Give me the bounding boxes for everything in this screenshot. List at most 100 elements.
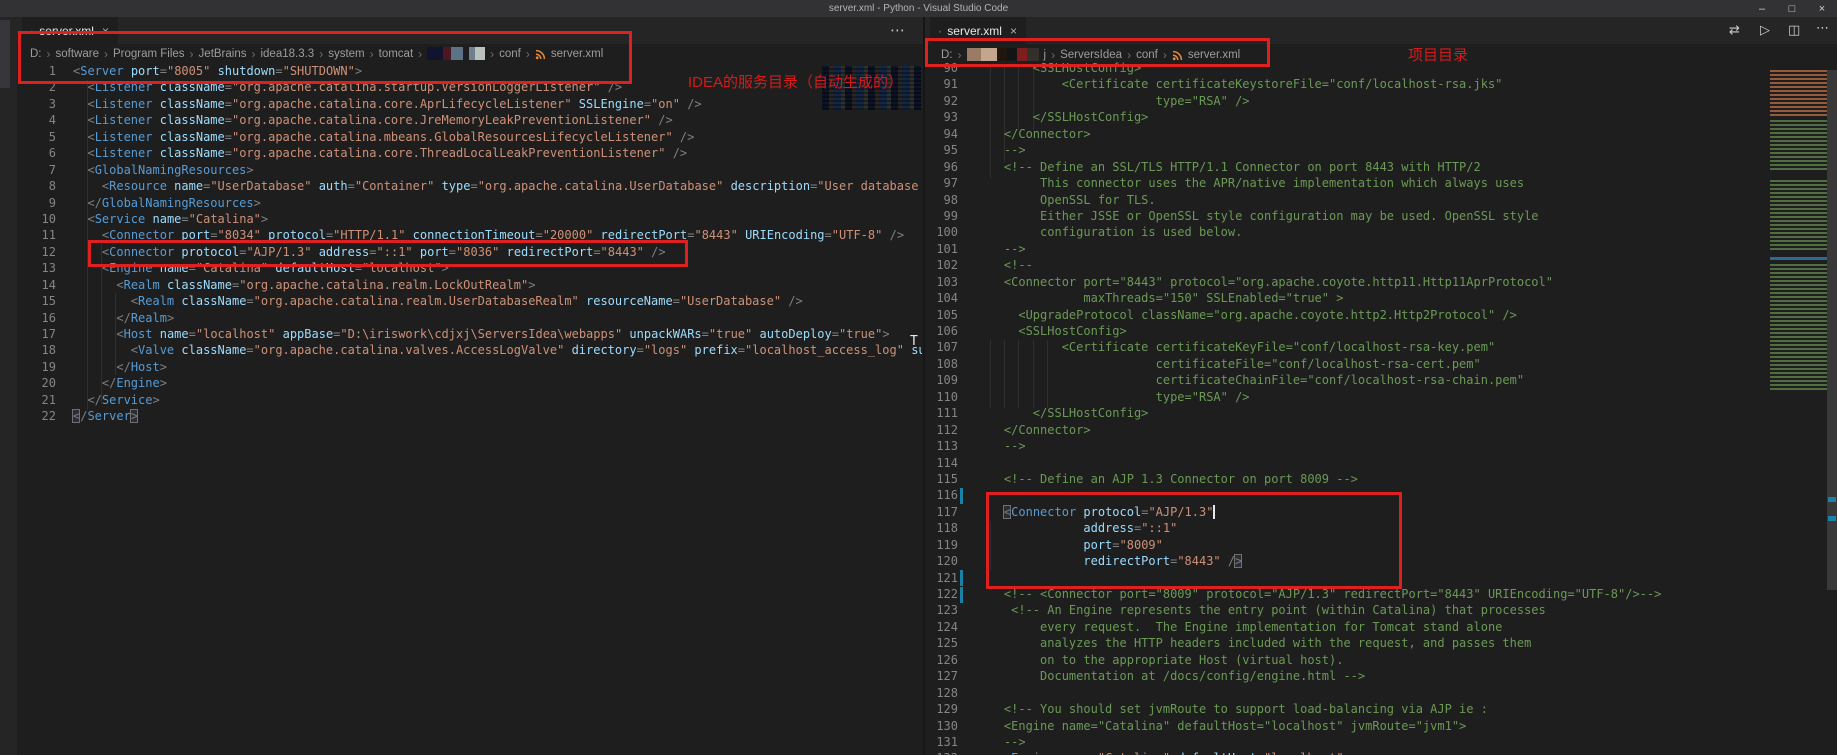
code-line[interactable]: 99 Either JSSE or OpenSSL style configur… bbox=[925, 208, 1770, 224]
overview-ruler-mark bbox=[1828, 497, 1836, 502]
line-number: 118 bbox=[925, 520, 958, 536]
line-number: 14 bbox=[20, 277, 56, 293]
split-editor-icon[interactable]: ◫ bbox=[1788, 22, 1800, 38]
code-line[interactable]: 8 <Resource name="UserDatabase" auth="Co… bbox=[20, 178, 922, 194]
line-number: 10 bbox=[20, 211, 56, 227]
code-line[interactable]: 4 <Listener className="org.apache.catali… bbox=[20, 112, 922, 128]
code-line[interactable]: 5 <Listener className="org.apache.catali… bbox=[20, 129, 922, 145]
code-line[interactable]: 7 <GlobalNamingResources> bbox=[20, 162, 922, 178]
scrollbar[interactable] bbox=[1827, 70, 1837, 590]
line-number: 93 bbox=[925, 109, 958, 125]
minimap-right[interactable] bbox=[1770, 68, 1827, 398]
code-line[interactable]: 92 type="RSA" /> bbox=[925, 93, 1770, 109]
modified-line-marker bbox=[960, 587, 963, 603]
line-number: 126 bbox=[925, 652, 958, 668]
line-number: 11 bbox=[20, 227, 56, 243]
code-line[interactable]: 128 bbox=[925, 685, 1770, 701]
line-number: 91 bbox=[925, 76, 958, 92]
annotation-box-ajp-connector-right bbox=[986, 492, 1402, 589]
line-number: 97 bbox=[925, 175, 958, 191]
editor-right[interactable]: 90 <SSLHostConfig>91 <Certificate certif… bbox=[925, 60, 1770, 755]
code-line[interactable]: 18 <Valve className="org.apache.catalina… bbox=[20, 342, 922, 358]
code-line[interactable]: 91 <Certificate certificateKeystoreFile=… bbox=[925, 76, 1770, 92]
line-number: 117 bbox=[925, 504, 958, 520]
code-line[interactable]: 100 configuration is used below. bbox=[925, 224, 1770, 240]
line-number: 109 bbox=[925, 372, 958, 388]
code-line[interactable]: 93 </SSLHostConfig> bbox=[925, 109, 1770, 125]
line-number: 129 bbox=[925, 701, 958, 717]
editor-more-actions-icon[interactable]: ⋯ bbox=[890, 21, 905, 39]
line-number: 108 bbox=[925, 356, 958, 372]
line-number: 131 bbox=[925, 734, 958, 750]
code-line[interactable]: 9 </GlobalNamingResources> bbox=[20, 195, 922, 211]
code-line[interactable]: 10 <Service name="Catalina"> bbox=[20, 211, 922, 227]
code-line[interactable]: 22</Server> bbox=[20, 408, 922, 424]
tab-close-icon[interactable]: × bbox=[1010, 24, 1017, 38]
line-number: 124 bbox=[925, 619, 958, 635]
line-number: 20 bbox=[20, 375, 56, 391]
minimap-block bbox=[1770, 264, 1827, 390]
code-line[interactable]: 130 <Engine name="Catalina" defaultHost=… bbox=[925, 718, 1770, 734]
code-line[interactable]: 115 <!-- Define an AJP 1.3 Connector on … bbox=[925, 471, 1770, 487]
line-number: 127 bbox=[925, 668, 958, 684]
code-line[interactable]: 17 <Host name="localhost" appBase="D:\ir… bbox=[20, 326, 922, 342]
code-line[interactable]: 111 </SSLHostConfig> bbox=[925, 405, 1770, 421]
code-line[interactable]: 107 <Certificate certificateKeyFile="con… bbox=[925, 339, 1770, 355]
code-line[interactable]: 3 <Listener className="org.apache.catali… bbox=[20, 96, 922, 112]
indent-guide bbox=[1004, 340, 1005, 408]
line-number: 116 bbox=[925, 487, 958, 503]
code-line[interactable]: 106 <SSLHostConfig> bbox=[925, 323, 1770, 339]
minimize-icon[interactable]: – bbox=[1747, 0, 1777, 17]
line-number: 98 bbox=[925, 192, 958, 208]
more-actions-icon[interactable]: ⋯ bbox=[1816, 20, 1829, 36]
code-line[interactable]: 20 </Engine> bbox=[20, 375, 922, 391]
restore-icon[interactable]: □ bbox=[1777, 0, 1807, 17]
code-line[interactable]: 132 <Engine name="Catalina" defaultHost=… bbox=[925, 750, 1770, 755]
code-line[interactable]: 129 <!-- You should set jvmRoute to supp… bbox=[925, 701, 1770, 717]
line-number: 104 bbox=[925, 290, 958, 306]
code-line[interactable]: 19 </Host> bbox=[20, 359, 922, 375]
code-line[interactable]: 95 --> bbox=[925, 142, 1770, 158]
code-line[interactable]: 113 --> bbox=[925, 438, 1770, 454]
code-line[interactable]: 21 </Service> bbox=[20, 392, 922, 408]
code-line[interactable]: 14 <Realm className="org.apache.catalina… bbox=[20, 277, 922, 293]
code-line[interactable]: 110 type="RSA" /> bbox=[925, 389, 1770, 405]
code-line[interactable]: 114 bbox=[925, 455, 1770, 471]
annotation-box-right-path bbox=[925, 38, 1270, 67]
line-number: 122 bbox=[925, 586, 958, 602]
open-changes-icon[interactable]: ⇄ bbox=[1729, 22, 1740, 38]
line-number: 120 bbox=[925, 553, 958, 569]
code-line[interactable]: 127 Documentation at /docs/config/engine… bbox=[925, 668, 1770, 684]
code-line[interactable]: 126 on to the appropriate Host (virtual … bbox=[925, 652, 1770, 668]
code-line[interactable]: 131 --> bbox=[925, 734, 1770, 750]
code-line[interactable]: 103 <Connector port="8443" protocol="org… bbox=[925, 274, 1770, 290]
code-line[interactable]: 94 </Connector> bbox=[925, 126, 1770, 142]
line-number: 99 bbox=[925, 208, 958, 224]
line-number: 125 bbox=[925, 635, 958, 651]
code-line[interactable]: 98 OpenSSL for TLS. bbox=[925, 192, 1770, 208]
code-line[interactable]: 125 analyzes the HTTP headers included w… bbox=[925, 635, 1770, 651]
code-line[interactable]: 109 certificateChainFile="conf/localhost… bbox=[925, 372, 1770, 388]
code-line[interactable]: 123 <!-- An Engine represents the entry … bbox=[925, 602, 1770, 618]
editor-left[interactable]: 1<Server port="8005" shutdown="SHUTDOWN"… bbox=[20, 63, 922, 755]
indent-guide bbox=[1047, 340, 1048, 408]
code-line[interactable]: 97 This connector uses the APR/native im… bbox=[925, 175, 1770, 191]
code-line[interactable]: 15 <Realm className="org.apache.catalina… bbox=[20, 293, 922, 309]
code-line[interactable]: 105 <UpgradeProtocol className="org.apac… bbox=[925, 307, 1770, 323]
code-line[interactable]: 104 maxThreads="150" SSLEnabled="true" > bbox=[925, 290, 1770, 306]
code-line[interactable]: 112 </Connector> bbox=[925, 422, 1770, 438]
line-number: 12 bbox=[20, 244, 56, 260]
code-line[interactable]: 6 <Listener className="org.apache.catali… bbox=[20, 145, 922, 161]
code-line[interactable]: 101 --> bbox=[925, 241, 1770, 257]
run-icon[interactable]: ▷ bbox=[1760, 22, 1770, 38]
code-line[interactable]: 124 every request. The Engine implementa… bbox=[925, 619, 1770, 635]
line-number: 92 bbox=[925, 93, 958, 109]
modified-line-marker bbox=[960, 488, 963, 504]
code-line[interactable]: 102 <!-- bbox=[925, 257, 1770, 273]
code-line[interactable]: 16 </Realm> bbox=[20, 310, 922, 326]
close-icon[interactable]: × bbox=[1807, 0, 1837, 17]
code-line[interactable]: 108 certificateFile="conf/localhost-rsa-… bbox=[925, 356, 1770, 372]
line-number: 19 bbox=[20, 359, 56, 375]
line-number: 94 bbox=[925, 126, 958, 142]
code-line[interactable]: 96 <!-- Define an SSL/TLS HTTP/1.1 Conne… bbox=[925, 159, 1770, 175]
